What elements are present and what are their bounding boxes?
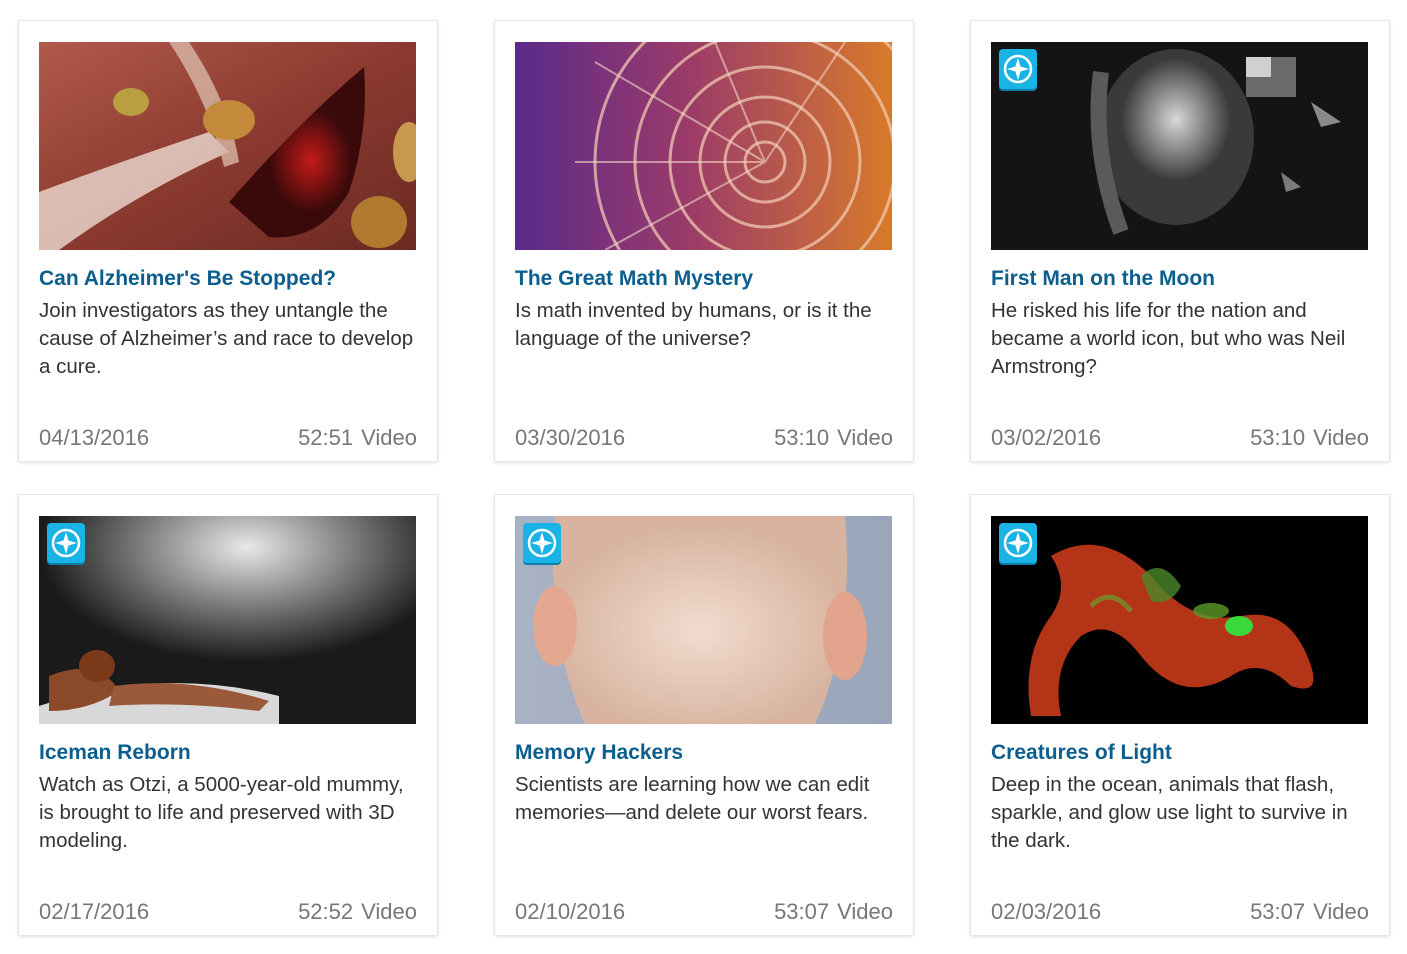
video-description: He risked his life for the nation and be… bbox=[991, 299, 1346, 378]
video-title[interactable]: Can Alzheimer's Be Stopped? bbox=[39, 267, 419, 291]
video-meta: 53:10 Video bbox=[774, 425, 893, 451]
video-description: Scientists are learning how we can edit … bbox=[515, 773, 870, 824]
video-thumbnail-alzheimers[interactable] bbox=[39, 42, 416, 250]
video-meta: 53:07 Video bbox=[774, 899, 893, 925]
video-date: 02/03/2016 bbox=[991, 899, 1102, 924]
video-thumbnail-creatures-of-light[interactable] bbox=[991, 516, 1368, 724]
video-description: Is math invented by humans, or is it the… bbox=[515, 299, 872, 350]
video-type: Video bbox=[837, 899, 893, 924]
video-meta: 52:51 Video bbox=[298, 425, 417, 451]
video-title[interactable]: First Man on the Moon bbox=[991, 267, 1371, 291]
video-title[interactable]: Creatures of Light bbox=[991, 741, 1371, 765]
video-date: 04/13/2016 bbox=[39, 425, 150, 450]
video-card[interactable]: Creatures of Light Deep in the ocean, an… bbox=[971, 495, 1389, 935]
video-card[interactable]: The Great Math Mystery Is math invented … bbox=[495, 21, 913, 461]
compass-icon bbox=[527, 528, 557, 558]
video-card[interactable]: First Man on the Moon He risked his life… bbox=[971, 21, 1389, 461]
compass-icon bbox=[1003, 54, 1033, 84]
compass-icon bbox=[1003, 528, 1033, 558]
video-meta: 52:52 Video bbox=[298, 899, 417, 925]
video-type: Video bbox=[837, 425, 893, 450]
video-date: 02/10/2016 bbox=[515, 899, 626, 924]
video-card[interactable]: Memory Hackers Scientists are learning h… bbox=[495, 495, 913, 935]
video-title[interactable]: Iceman Reborn bbox=[39, 741, 419, 765]
video-description: Deep in the ocean, animals that flash, s… bbox=[991, 773, 1348, 852]
video-description: Join investigators as they untangle the … bbox=[39, 299, 414, 378]
video-title[interactable]: The Great Math Mystery bbox=[515, 267, 895, 291]
video-thumbnail-math-mystery[interactable] bbox=[515, 42, 892, 250]
badge bbox=[999, 523, 1037, 563]
badge bbox=[999, 49, 1037, 89]
badge bbox=[47, 523, 85, 563]
video-description: Watch as Otzi, a 5000-year-old mummy, is… bbox=[39, 773, 404, 852]
video-date: 03/30/2016 bbox=[515, 425, 626, 450]
video-card[interactable]: Iceman Reborn Watch as Otzi, a 5000-year… bbox=[19, 495, 437, 935]
video-title[interactable]: Memory Hackers bbox=[515, 741, 895, 765]
video-thumbnail-first-man-moon[interactable] bbox=[991, 42, 1368, 250]
video-type: Video bbox=[1313, 425, 1369, 450]
video-card[interactable]: Can Alzheimer's Be Stopped? Join investi… bbox=[19, 21, 437, 461]
video-date: 02/17/2016 bbox=[39, 899, 150, 924]
video-type: Video bbox=[361, 425, 417, 450]
video-duration: 53:10 bbox=[1250, 425, 1306, 450]
video-meta: 53:10 Video bbox=[1250, 425, 1369, 451]
video-thumbnail-memory-hackers[interactable] bbox=[515, 516, 892, 724]
video-duration: 53:07 bbox=[774, 899, 830, 924]
video-grid: Can Alzheimer's Be Stopped? Join investi… bbox=[0, 0, 1407, 954]
video-type: Video bbox=[361, 899, 417, 924]
badge bbox=[523, 523, 561, 563]
video-meta: 53:07 Video bbox=[1250, 899, 1369, 925]
compass-icon bbox=[51, 528, 81, 558]
video-thumbnail-iceman-reborn[interactable] bbox=[39, 516, 416, 724]
video-duration: 53:10 bbox=[774, 425, 830, 450]
video-duration: 52:51 bbox=[298, 425, 354, 450]
video-type: Video bbox=[1313, 899, 1369, 924]
video-duration: 53:07 bbox=[1250, 899, 1306, 924]
video-date: 03/02/2016 bbox=[991, 425, 1102, 450]
video-duration: 52:52 bbox=[298, 899, 354, 924]
